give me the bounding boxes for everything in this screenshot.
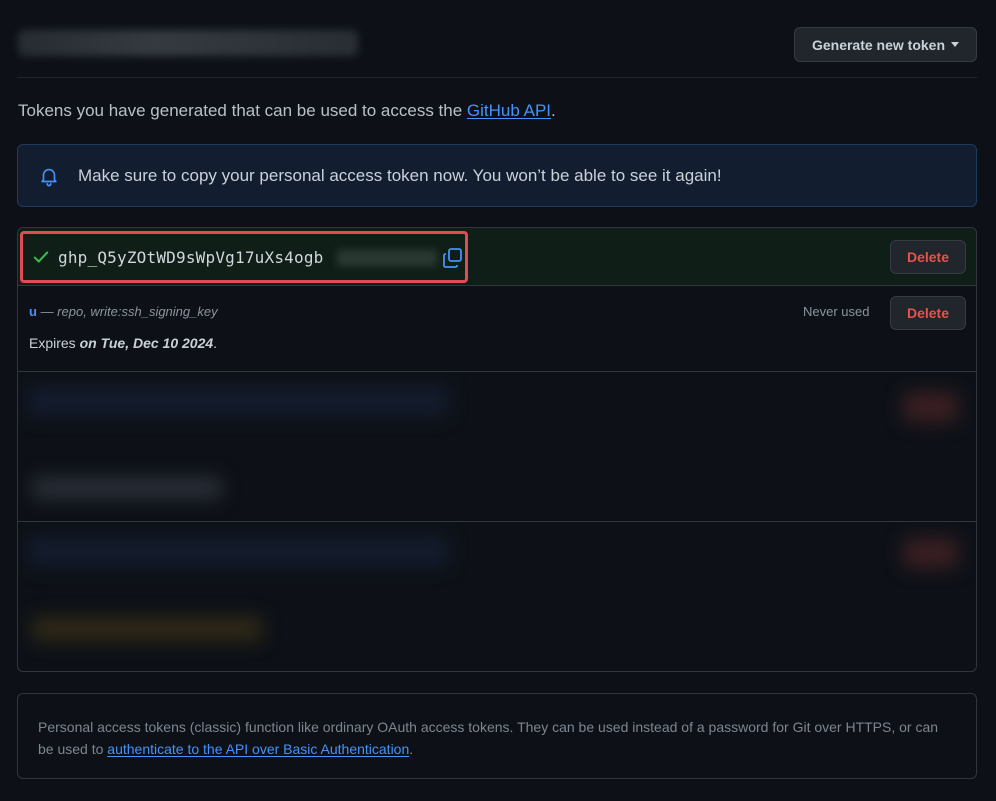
expires-date: on Tue, Dec 10 2024 <box>79 335 214 351</box>
caret-down-icon <box>951 42 960 47</box>
footer-suffix: . <box>409 741 414 757</box>
generate-new-token-label: Generate new token <box>811 36 946 53</box>
github-api-link[interactable]: GitHub API <box>467 101 551 120</box>
token-list: ghp_Q5yZOtWD9sWpVg17uXs4ogb Delete u — r… <box>17 227 977 672</box>
generate-new-token-button[interactable]: Generate new token <box>794 27 977 62</box>
bell-icon <box>41 168 57 186</box>
copy-icon[interactable] <box>442 247 464 269</box>
delete-new-token-button[interactable]: Delete <box>890 240 966 274</box>
check-icon <box>33 251 49 263</box>
expires-prefix: Expires <box>29 335 80 351</box>
last-used-status: Never used <box>803 304 870 319</box>
basic-auth-link[interactable]: authenticate to the API over Basic Authe… <box>107 741 409 757</box>
token-scopes: — repo, write:ssh_signing_key <box>36 304 218 319</box>
token-title: u — repo, write:ssh_signing_key <box>29 304 218 319</box>
token-row: u — repo, write:ssh_signing_key Expires … <box>18 286 976 372</box>
notice-text: Make sure to copy your personal access t… <box>78 165 722 185</box>
intro-suffix: . <box>551 101 556 120</box>
token-expiry: Expires on Tue, Dec 10 2024. <box>29 335 217 351</box>
redacted-page-title <box>18 30 358 56</box>
redacted-token-row <box>18 522 976 671</box>
redacted-token-suffix <box>337 250 437 266</box>
intro-prefix: Tokens you have generated that can be us… <box>18 101 467 120</box>
new-token-value[interactable]: ghp_Q5yZOtWD9sWpVg17uXs4ogb <box>58 248 324 267</box>
footer-info: Personal access tokens (classic) functio… <box>17 693 977 779</box>
delete-token-button[interactable]: Delete <box>890 296 966 330</box>
intro-text: Tokens you have generated that can be us… <box>18 101 556 121</box>
expires-suffix: . <box>213 335 218 351</box>
new-token-highlight: ghp_Q5yZOtWD9sWpVg17uXs4ogb <box>20 231 468 283</box>
redacted-token-row <box>18 372 976 522</box>
page: Generate new token Tokens you have gener… <box>0 0 996 801</box>
token-name-link[interactable]: u <box>29 304 37 319</box>
new-token-row: ghp_Q5yZOtWD9sWpVg17uXs4ogb Delete <box>18 228 976 286</box>
copy-token-notice: Make sure to copy your personal access t… <box>17 144 977 207</box>
header-divider <box>17 77 977 78</box>
